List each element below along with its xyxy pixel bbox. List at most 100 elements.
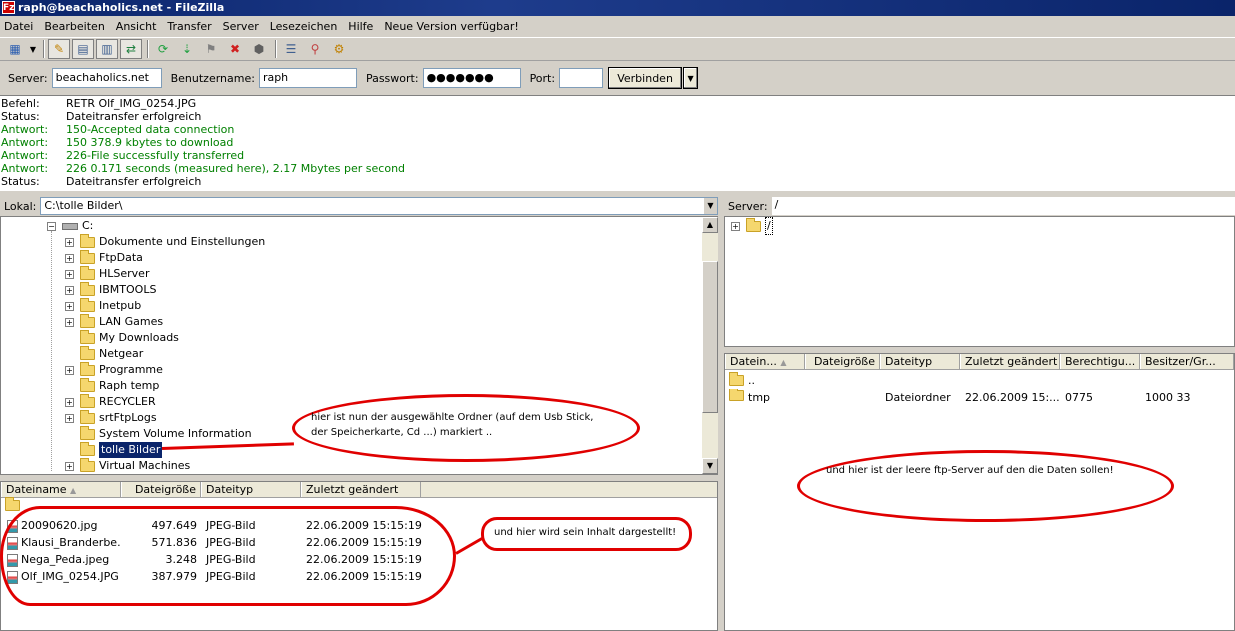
tree-folder[interactable]: + LAN Games (65, 313, 163, 330)
scroll-down-icon[interactable]: ▼ (702, 458, 718, 474)
log-type: Antwort: (1, 123, 49, 136)
compare-icon[interactable]: ⚲ (304, 39, 326, 59)
disconnect-icon[interactable]: ✖ (224, 39, 246, 59)
menu-ansicht[interactable]: Ansicht (116, 20, 157, 33)
expand-icon[interactable]: + (65, 301, 74, 311)
toggle-log-icon[interactable]: ✎ (48, 39, 70, 59)
tree-folder[interactable]: Netgear (65, 345, 144, 362)
process-queue-icon[interactable]: ⇣ (176, 39, 198, 59)
folder-icon (80, 409, 95, 424)
col-header-modified[interactable]: Zuletzt geändert (960, 354, 1060, 369)
port-input[interactable] (559, 68, 604, 88)
filter-icon[interactable]: ☰ (280, 39, 302, 59)
local-path-bar: Lokal: C:\tolle Bilder\ ▼ (0, 196, 718, 216)
menu-lesezeichen[interactable]: Lesezeichen (270, 20, 338, 33)
col-header-filesize[interactable]: Dateigröße (121, 482, 201, 497)
chevron-down-icon[interactable]: ▼ (28, 39, 38, 59)
expand-icon[interactable]: + (65, 285, 74, 295)
tree-folder[interactable]: Raph temp (65, 377, 159, 394)
tree-folder[interactable]: + IBMTOOLS (65, 281, 156, 298)
site-manager-icon[interactable]: ▦ (4, 39, 26, 59)
tree-folder-label: Programme (99, 363, 163, 376)
col-header-filename[interactable]: Dateiname ▲ (1, 482, 121, 497)
toggle-queue-icon[interactable]: ⇄ (120, 39, 142, 59)
tree-folder-label: Netgear (99, 347, 144, 360)
drive-icon (62, 222, 78, 230)
connect-button[interactable]: Verbinden (608, 67, 683, 89)
toggle-remote-tree-icon[interactable]: ▥ (96, 39, 118, 59)
menu-server[interactable]: Server (223, 20, 259, 33)
tree-guide-line (51, 231, 52, 471)
folder-icon (80, 281, 95, 296)
drive-label: C: (82, 219, 94, 232)
tree-folder[interactable]: + Programme (65, 361, 163, 378)
chevron-down-icon[interactable]: ▼ (703, 198, 717, 214)
server-input[interactable]: beachaholics.net (51, 68, 162, 88)
tree-folder[interactable]: + Virtual Machines (65, 457, 190, 474)
col-header-modified[interactable]: Zuletzt geändert (301, 482, 421, 497)
tree-folder-label: My Downloads (99, 331, 179, 344)
chevron-down-icon[interactable]: ▼ (683, 67, 699, 89)
remote-path-input[interactable]: / (771, 197, 1235, 215)
file-owner-cell: 1000 33 (1145, 391, 1191, 404)
toggle-local-tree-icon[interactable]: ▤ (72, 39, 94, 59)
remote-parent-row[interactable]: .. (729, 372, 755, 389)
col-header-permissions[interactable]: Berechtigu... (1060, 354, 1140, 369)
col-header-owner[interactable]: Besitzer/Gr... (1140, 354, 1234, 369)
menu-transfer[interactable]: Transfer (167, 20, 211, 33)
expand-icon[interactable]: + (65, 397, 74, 407)
expand-icon[interactable]: + (65, 317, 74, 327)
folder-icon (80, 377, 95, 392)
log-type: Status: (1, 110, 40, 123)
reconnect-icon[interactable]: ⬢ (248, 39, 270, 59)
scroll-thumb[interactable] (702, 261, 718, 413)
remote-file-row[interactable]: tmp Dateiordner 22.06.2009 15:... 0775 1000 … (729, 389, 1230, 406)
remote-path-bar: Server: / (724, 196, 1235, 216)
expand-icon[interactable]: + (65, 237, 74, 247)
menu-neue-version[interactable]: Neue Version verfügbar! (384, 20, 518, 33)
expand-icon[interactable]: + (65, 269, 74, 279)
menu-bearbeiten[interactable]: Bearbeiten (44, 20, 104, 33)
tree-folder[interactable]: + srtFtpLogs (65, 409, 157, 426)
log-message: RETR Olf_IMG_0254.JPG (66, 97, 197, 110)
tree-folder[interactable]: + Dokumente und Einstellungen (65, 233, 265, 250)
expand-icon[interactable]: + (731, 221, 740, 231)
server-label: Server: (8, 71, 48, 85)
tree-folder[interactable]: My Downloads (65, 329, 179, 346)
tree-folder[interactable]: + HLServer (65, 265, 149, 282)
toolbar-separator (43, 40, 45, 58)
folder-icon (80, 425, 95, 440)
remote-tree-root[interactable]: + / (731, 217, 773, 235)
local-path-value: C:\tolle Bilder\ (44, 199, 123, 212)
expand-icon[interactable]: + (65, 253, 74, 263)
tree-folder[interactable]: System Volume Information (65, 425, 252, 442)
annotation-content-text: und hier wird sein Inhalt dargestellt! (494, 527, 677, 538)
col-header-filename[interactable]: Datein... ▲ (725, 354, 805, 369)
col-header-filesize[interactable]: Dateigröße (805, 354, 880, 369)
password-label: Passwort: (365, 71, 419, 85)
col-header-filetype[interactable]: Dateityp (880, 354, 960, 369)
file-modified-cell: 22.06.2009 15:... (965, 391, 1060, 404)
expand-icon[interactable]: + (65, 413, 74, 423)
collapse-icon[interactable]: − (47, 221, 56, 231)
col-header-filetype[interactable]: Dateityp (201, 482, 301, 497)
menu-bar: Datei Bearbeiten Ansicht Transfer Server… (0, 17, 1235, 35)
toolbar: ▦ ▼ ✎ ▤ ▥ ⇄ ⟳ ⇣ ⚑ ✖ ⬢ ☰ ⚲ ⚙ (0, 37, 1235, 61)
local-path-input[interactable]: C:\tolle Bilder\ ▼ (40, 197, 718, 215)
refresh-icon[interactable]: ⟳ (152, 39, 174, 59)
username-input[interactable]: raph (258, 68, 357, 88)
tree-folder[interactable]: tolle Bilder (65, 441, 163, 458)
password-input[interactable]: ●●●●●●● (422, 68, 521, 88)
expand-icon[interactable]: + (65, 461, 74, 471)
scroll-up-icon[interactable]: ▲ (702, 217, 718, 233)
menu-hilfe[interactable]: Hilfe (348, 20, 373, 33)
sync-browsing-icon[interactable]: ⚙ (328, 39, 350, 59)
tree-drive-c[interactable]: − C: (47, 218, 93, 234)
expand-icon[interactable]: + (65, 365, 74, 375)
tree-folder[interactable]: + Inetpub (65, 297, 141, 314)
cancel-icon[interactable]: ⚑ (200, 39, 222, 59)
tree-folder[interactable]: + RECYCLER (65, 393, 156, 410)
menu-datei[interactable]: Datei (4, 20, 33, 33)
local-tree-scrollbar[interactable]: ▲ ▼ (702, 217, 718, 474)
tree-folder[interactable]: + FtpData (65, 249, 143, 266)
